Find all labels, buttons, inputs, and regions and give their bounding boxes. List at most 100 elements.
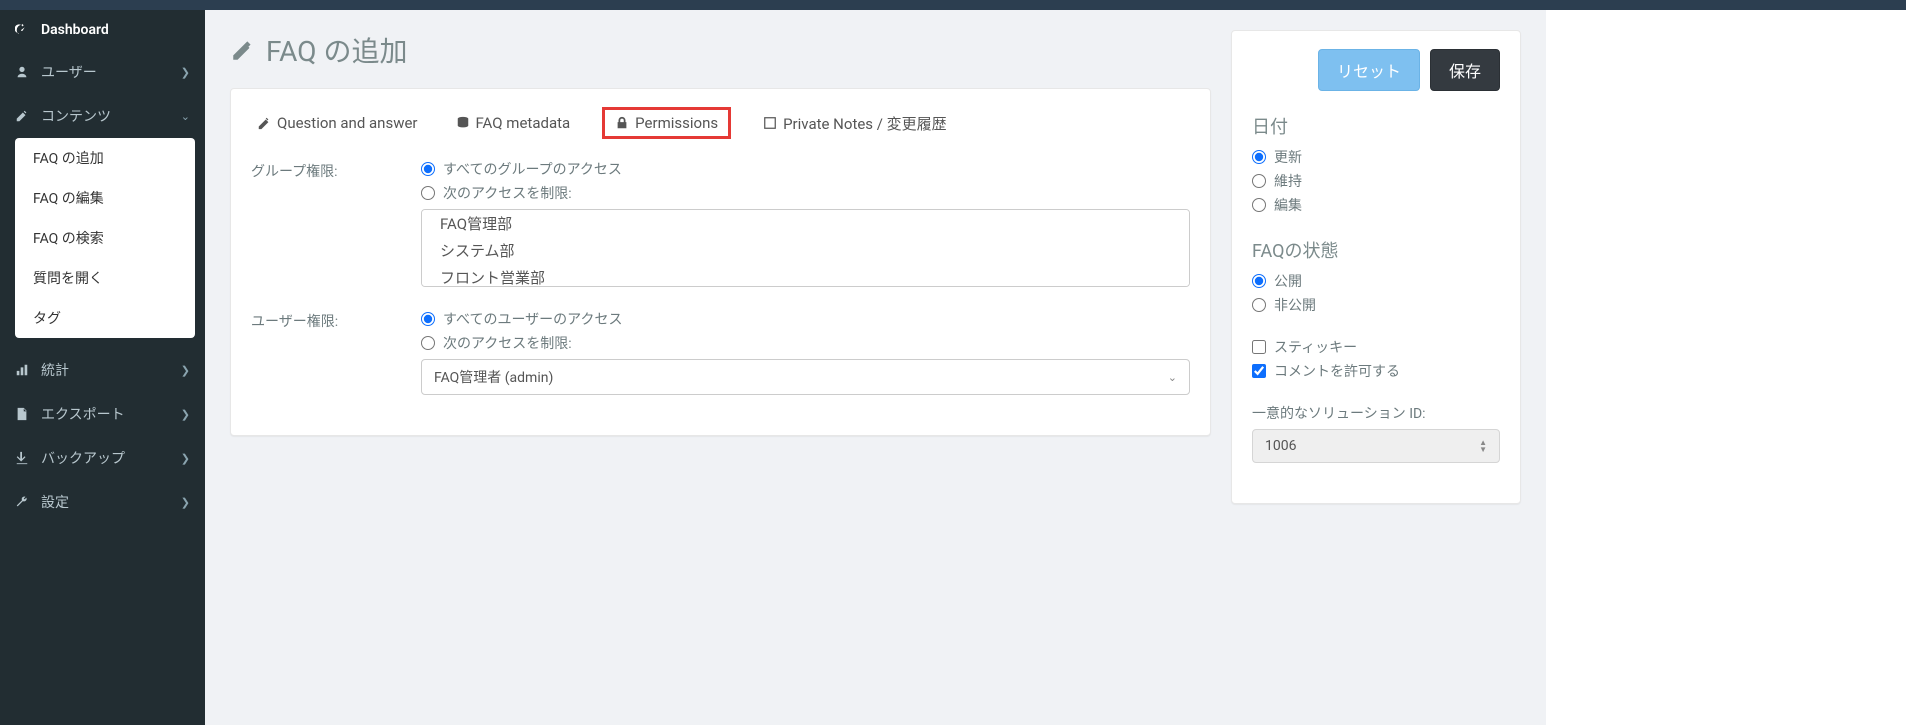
submenu-item-faq-edit[interactable]: FAQ の編集 bbox=[15, 178, 195, 218]
allow-comments-checkbox[interactable] bbox=[1252, 364, 1266, 378]
tab-private-notes[interactable]: Private Notes / 変更履歴 bbox=[757, 107, 953, 139]
permissions-card: Question and answer FAQ metadata Permiss… bbox=[230, 88, 1211, 436]
group-restrict-label: 次のアクセスを制限: bbox=[443, 183, 572, 203]
submenu-item-tag[interactable]: タグ bbox=[15, 298, 195, 338]
top-bar bbox=[0, 0, 1906, 10]
group-option[interactable]: フロント営業部 bbox=[422, 264, 1189, 287]
wrench-icon bbox=[15, 495, 33, 509]
group-all-label: すべてのグループのアクセス bbox=[443, 159, 622, 179]
stats-icon bbox=[15, 363, 33, 377]
user-all-option[interactable]: すべてのユーザーのアクセス bbox=[421, 309, 1190, 329]
chevron-right-icon: ❯ bbox=[181, 496, 190, 509]
date-edit-option[interactable]: 編集 bbox=[1252, 195, 1500, 215]
solution-id-input[interactable]: 1006 ▲ ▼ bbox=[1252, 429, 1500, 463]
page-title: FAQ の追加 bbox=[230, 30, 1211, 70]
edit-icon bbox=[230, 37, 256, 63]
tab-bar: Question and answer FAQ metadata Permiss… bbox=[251, 107, 1190, 139]
chevron-right-icon: ❯ bbox=[181, 66, 190, 79]
right-gutter bbox=[1546, 10, 1906, 725]
sidebar-label-export: エクスポート bbox=[41, 404, 181, 424]
sidebar-item-settings[interactable]: 設定 ❯ bbox=[0, 480, 205, 524]
sticky-label: スティッキー bbox=[1274, 337, 1357, 357]
action-buttons: リセット 保存 bbox=[1252, 49, 1500, 91]
main-content: FAQ の追加 Question and answer FAQ metadata… bbox=[205, 10, 1546, 725]
group-option[interactable]: システム部 bbox=[422, 237, 1189, 264]
user-icon bbox=[15, 65, 33, 79]
reset-button[interactable]: リセット bbox=[1318, 49, 1420, 91]
group-restrict-option[interactable]: 次のアクセスを制限: bbox=[421, 183, 1190, 203]
tab-question-answer[interactable]: Question and answer bbox=[251, 107, 424, 139]
date-section: 日付 更新 維持 編集 bbox=[1252, 113, 1500, 215]
state-private-label: 非公開 bbox=[1274, 295, 1316, 315]
stepper-down-icon[interactable]: ▼ bbox=[1479, 446, 1487, 453]
sidebar-label-users: ユーザー bbox=[41, 62, 181, 82]
number-stepper[interactable]: ▲ ▼ bbox=[1479, 439, 1487, 453]
sticky-checkbox[interactable] bbox=[1252, 340, 1266, 354]
sticky-option[interactable]: スティッキー bbox=[1252, 337, 1500, 357]
solution-id-section: 一意的なソリューション ID: 1006 ▲ ▼ bbox=[1252, 403, 1500, 463]
user-select[interactable]: FAQ管理者 (admin) ⌄ bbox=[421, 359, 1190, 395]
solution-id-value: 1006 bbox=[1265, 438, 1296, 454]
group-listbox[interactable]: FAQ管理部 システム部 フロント営業部 bbox=[421, 209, 1190, 287]
date-keep-radio[interactable] bbox=[1252, 174, 1266, 188]
user-select-value: FAQ管理者 (admin) bbox=[434, 367, 553, 387]
submenu-item-faq-search[interactable]: FAQ の検索 bbox=[15, 218, 195, 258]
sidebar-item-dashboard[interactable]: Dashboard bbox=[0, 10, 205, 50]
state-public-option[interactable]: 公開 bbox=[1252, 271, 1500, 291]
tab-label: Private Notes / 変更履歴 bbox=[783, 113, 947, 134]
edit-icon bbox=[15, 109, 33, 123]
group-option[interactable]: FAQ管理部 bbox=[422, 210, 1189, 237]
tab-permissions[interactable]: Permissions bbox=[602, 107, 731, 139]
state-public-radio[interactable] bbox=[1252, 274, 1266, 288]
save-button[interactable]: 保存 bbox=[1430, 49, 1500, 91]
user-permission-label: ユーザー権限: bbox=[251, 309, 401, 395]
file-icon bbox=[15, 407, 33, 421]
download-icon bbox=[15, 451, 33, 465]
group-restrict-radio[interactable] bbox=[421, 186, 435, 200]
user-restrict-radio[interactable] bbox=[421, 336, 435, 350]
sidebar-item-stats[interactable]: 統計 ❯ bbox=[0, 348, 205, 392]
user-permission-row: ユーザー権限: すべてのユーザーのアクセス 次のアクセスを制限: FAQ管理者 … bbox=[251, 309, 1190, 395]
sidebar-item-backup[interactable]: バックアップ ❯ bbox=[0, 436, 205, 480]
sidebar-label-dashboard: Dashboard bbox=[41, 22, 190, 38]
state-private-option[interactable]: 非公開 bbox=[1252, 295, 1500, 315]
chevron-right-icon: ❯ bbox=[181, 364, 190, 377]
group-all-option[interactable]: すべてのグループのアクセス bbox=[421, 159, 1190, 179]
user-all-label: すべてのユーザーのアクセス bbox=[443, 309, 622, 329]
chevron-right-icon: ❯ bbox=[181, 408, 190, 421]
date-keep-option[interactable]: 維持 bbox=[1252, 171, 1500, 191]
tab-label: Question and answer bbox=[277, 114, 418, 132]
state-heading: FAQの状態 bbox=[1252, 237, 1500, 263]
date-update-radio[interactable] bbox=[1252, 150, 1266, 164]
side-column: リセット 保存 日付 更新 維持 編集 FAQの状態 bbox=[1231, 30, 1521, 504]
user-restrict-option[interactable]: 次のアクセスを制限: bbox=[421, 333, 1190, 353]
tab-faq-metadata[interactable]: FAQ metadata bbox=[450, 107, 577, 139]
state-section: FAQの状態 公開 非公開 bbox=[1252, 237, 1500, 315]
sidebar-submenu-contents: FAQ の追加 FAQ の編集 FAQ の検索 質問を開く タグ bbox=[15, 138, 195, 338]
date-update-label: 更新 bbox=[1274, 147, 1302, 167]
sidebar-label-settings: 設定 bbox=[41, 492, 181, 512]
sidebar-item-contents[interactable]: コンテンツ ⌄ bbox=[0, 94, 205, 138]
sidebar-item-users[interactable]: ユーザー ❯ bbox=[0, 50, 205, 94]
dashboard-icon bbox=[15, 23, 33, 37]
user-all-radio[interactable] bbox=[421, 312, 435, 326]
allow-comments-option[interactable]: コメントを許可する bbox=[1252, 361, 1500, 381]
user-restrict-label: 次のアクセスを制限: bbox=[443, 333, 572, 353]
allow-comments-label: コメントを許可する bbox=[1274, 361, 1400, 381]
submenu-item-open-question[interactable]: 質問を開く bbox=[15, 258, 195, 298]
sidebar-item-export[interactable]: エクスポート ❯ bbox=[0, 392, 205, 436]
flags-section: スティッキー コメントを許可する bbox=[1252, 337, 1500, 381]
date-update-option[interactable]: 更新 bbox=[1252, 147, 1500, 167]
page-title-text: FAQ の追加 bbox=[266, 30, 407, 70]
date-edit-radio[interactable] bbox=[1252, 198, 1266, 212]
submenu-item-faq-add[interactable]: FAQ の追加 bbox=[15, 138, 195, 178]
group-permission-row: グループ権限: すべてのグループのアクセス 次のアクセスを制限: FAQ管理部 … bbox=[251, 159, 1190, 287]
group-all-radio[interactable] bbox=[421, 162, 435, 176]
tab-label: Permissions bbox=[635, 114, 718, 132]
date-heading: 日付 bbox=[1252, 113, 1500, 139]
sidebar-label-contents: コンテンツ bbox=[41, 106, 181, 126]
solution-id-label: 一意的なソリューション ID: bbox=[1252, 403, 1500, 423]
state-private-radio[interactable] bbox=[1252, 298, 1266, 312]
tab-label: FAQ metadata bbox=[476, 114, 571, 132]
group-permission-label: グループ権限: bbox=[251, 159, 401, 287]
